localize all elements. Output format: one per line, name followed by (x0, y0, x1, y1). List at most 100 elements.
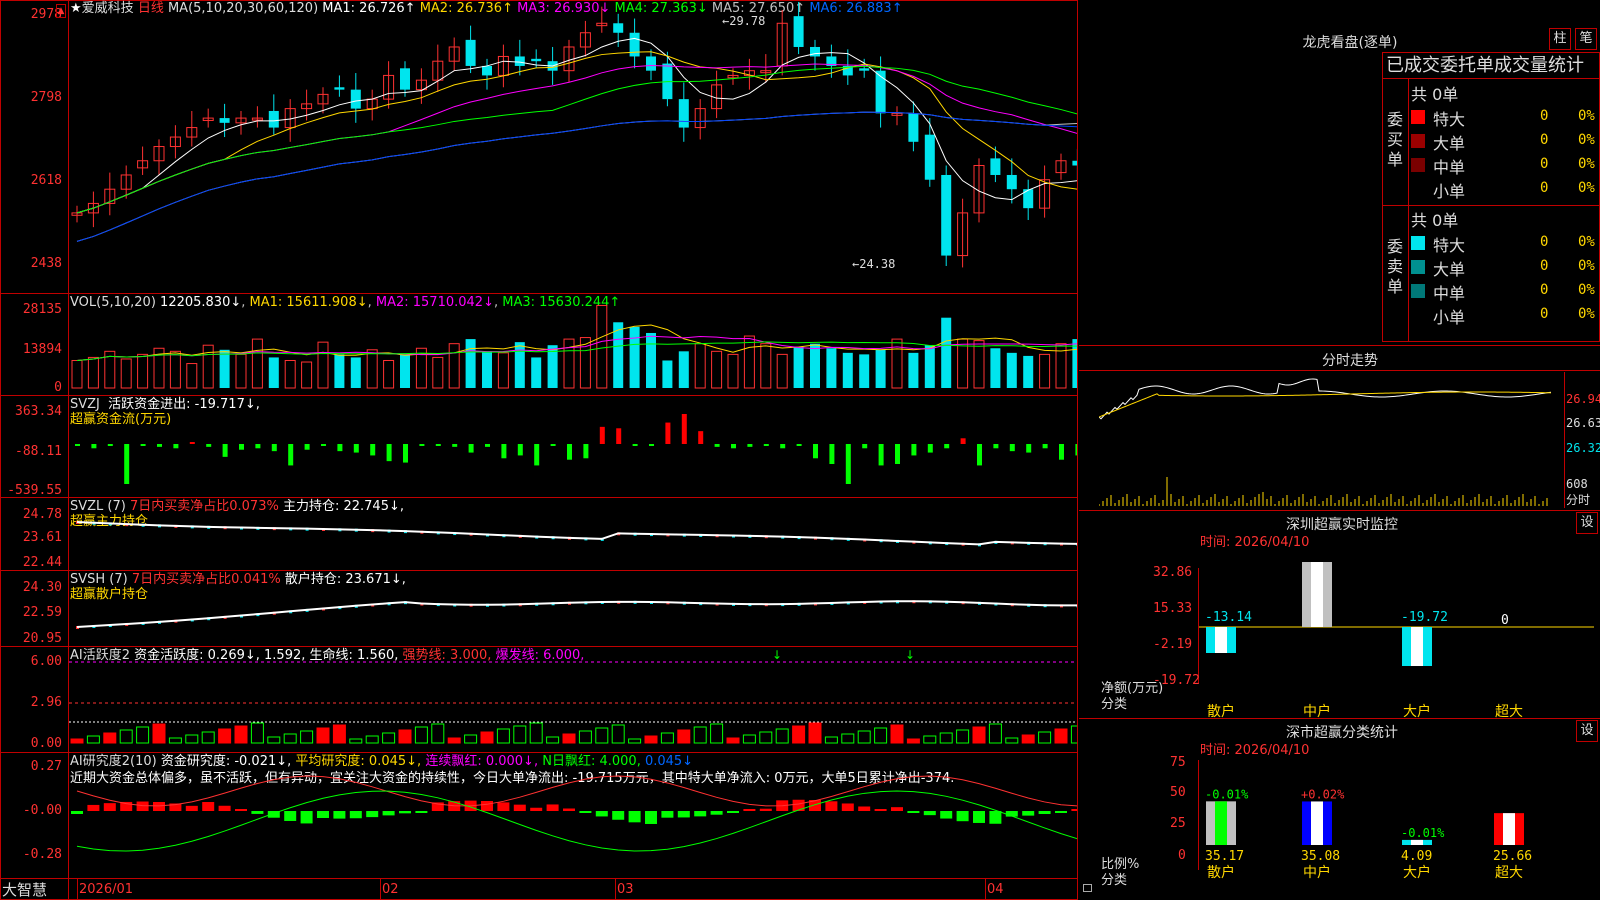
settings-button[interactable]: 设 (1576, 720, 1598, 742)
sz2-ytick: 25 (1170, 816, 1186, 831)
intraday-chart[interactable] (1099, 372, 1565, 508)
sz1-ytick: -2.19 (1153, 637, 1193, 652)
high-annotation: ←29.78 (722, 14, 766, 28)
y-tick: -0.28 (22, 847, 62, 862)
svzj-bar (107, 444, 113, 446)
buy-side-label: 委买单 (1387, 110, 1404, 169)
up-arrow-icon[interactable]: ▲ (56, 4, 66, 18)
activity-bar (283, 733, 297, 744)
x-tick-mark (615, 879, 616, 899)
sz1-bar-chart[interactable]: -13.14散户32.86中户-19.72大户0超大 (1199, 560, 1594, 720)
lock-icon[interactable] (1083, 884, 1092, 892)
y-tick: 22.59 (22, 605, 62, 620)
sz2-bar-chart[interactable]: -0.01% 35.17散户 +0.02% 35.08中户 -0.01% 4.09大户 25… (1199, 750, 1594, 900)
color-swatch (1411, 110, 1425, 124)
svzj-bar (763, 444, 769, 446)
svzl-chart[interactable] (69, 498, 1077, 570)
y-tick: 2798 (30, 90, 62, 105)
row-count: 0 (1540, 108, 1549, 124)
ai2-chart[interactable] (69, 753, 1077, 878)
volume-bar (1023, 355, 1034, 388)
volume-bar (662, 360, 673, 388)
activity-bar (201, 731, 215, 744)
row-label: 特大 (1433, 236, 1466, 255)
row-percent: 0% (1578, 108, 1595, 124)
activity-bar (1070, 725, 1077, 744)
research-bar (563, 808, 575, 811)
activity-bar (529, 722, 543, 744)
sz1-ytick: 32.86 (1153, 565, 1193, 580)
activity-bar (841, 733, 855, 744)
volume-chart[interactable] (69, 294, 1077, 395)
research-bar (645, 811, 657, 824)
settings-button[interactable]: 设 (1576, 512, 1598, 534)
svzj-bar (517, 444, 523, 456)
svzj-bar (271, 444, 277, 452)
svzj-bar (567, 444, 572, 460)
fs-ytick: 26.94 (1566, 392, 1600, 406)
activity-bar (1054, 728, 1068, 744)
row-label: 大单 (1433, 260, 1466, 279)
volume-bar (514, 342, 525, 388)
fs-title: 分时走势 (1322, 353, 1378, 369)
svzj-bar (1009, 444, 1015, 452)
svzj-bar (206, 444, 212, 447)
row-label: 大单 (1433, 134, 1466, 153)
activity-bar (808, 722, 822, 744)
avg-research-line (76, 790, 1077, 852)
svzj-bar (468, 444, 474, 453)
bar-view-button[interactable]: 柱 (1549, 28, 1571, 50)
value-bar-highlight (1311, 562, 1323, 627)
sz1-ytick: 15.33 (1153, 601, 1193, 616)
separator (0, 878, 1078, 879)
research-line (76, 775, 1077, 807)
volume-bar (169, 350, 181, 389)
research-bar (218, 805, 231, 811)
activity-bar (414, 726, 428, 744)
candle-body (990, 158, 1001, 175)
row-count: 0 (1540, 234, 1549, 250)
svzj-bar (977, 444, 982, 466)
volume-bar (908, 352, 919, 388)
row-count: 0 (1540, 282, 1549, 298)
svzj-bar (747, 444, 753, 447)
activity-bar (546, 736, 560, 744)
candle-body (613, 23, 624, 33)
research-bar (300, 811, 313, 824)
volume-bar (990, 348, 1001, 388)
volume-bar (678, 351, 689, 388)
row-label: 小单 (1433, 182, 1466, 201)
candle-body (678, 99, 689, 128)
activity-bar (562, 733, 576, 744)
sz2-xlabel: 分类 (1101, 873, 1128, 888)
svzj-bar (780, 444, 786, 449)
x-tick: 02 (382, 882, 399, 897)
svzj-bar (255, 444, 261, 449)
row-percent: 0% (1578, 306, 1595, 322)
change-label: -0.01% (1205, 787, 1249, 801)
price-line (1099, 378, 1552, 420)
activity-bar (382, 732, 396, 744)
svzj-chart[interactable] (69, 396, 1077, 497)
candle-body (908, 113, 919, 142)
research-bar (1038, 811, 1051, 815)
candlestick-chart[interactable] (69, 0, 1077, 293)
volume-bar (350, 357, 361, 388)
down-arrow-icon: ↓ (905, 648, 915, 662)
svzj-bar (189, 442, 195, 444)
sz2-ytick: 75 (1170, 755, 1186, 770)
ai1-chart[interactable]: ↓ ↓ (69, 647, 1077, 752)
svsh-chart[interactable] (69, 571, 1077, 646)
y-tick: 0.00 (30, 736, 62, 751)
svzj-bar (534, 444, 540, 466)
volume-bar (727, 353, 739, 389)
y-tick: 2.96 (30, 695, 62, 710)
tick-view-button[interactable]: 笔 (1575, 28, 1597, 50)
research-bar (530, 807, 543, 811)
svzj-bar (173, 444, 179, 449)
candle-body (1006, 174, 1017, 190)
svzj-bar (862, 444, 868, 449)
research-bar (1071, 809, 1077, 811)
volume-bar (317, 341, 329, 389)
research-bar (1022, 811, 1035, 816)
